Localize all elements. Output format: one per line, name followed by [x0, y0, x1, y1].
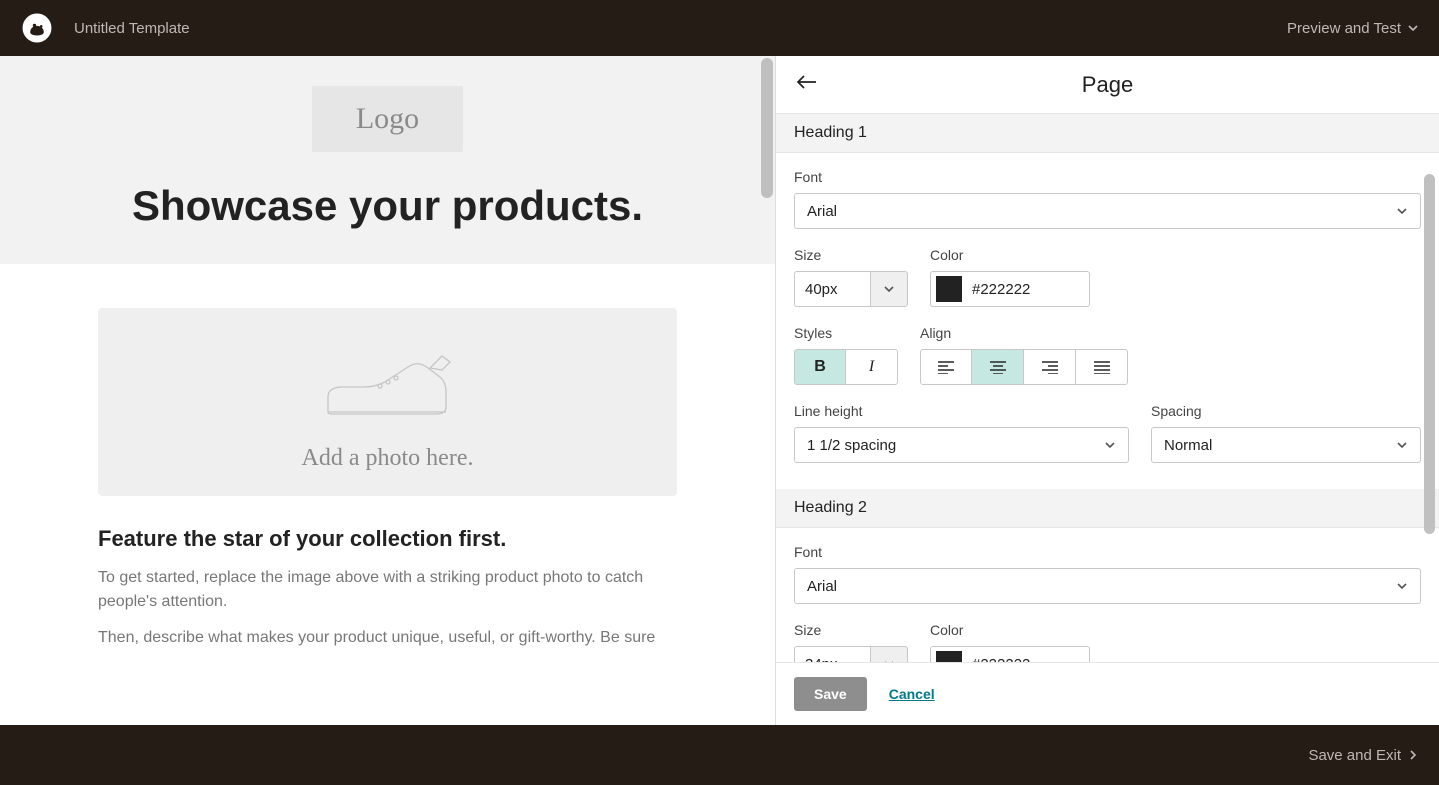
bold-toggle[interactable]: B — [794, 349, 846, 385]
heading1-spacing-select[interactable]: Normal — [1151, 427, 1421, 463]
chevron-right-icon — [1407, 749, 1419, 761]
template-title[interactable]: Untitled Template — [74, 20, 190, 37]
top-bar: Untitled Template Preview and Test — [0, 0, 1439, 56]
heading1-lineheight-value: 1 1/2 spacing — [807, 437, 896, 454]
email-canvas[interactable]: Logo Showcase your products. Add a photo… — [0, 56, 775, 725]
canvas-subheadline[interactable]: Feature the star of your collection firs… — [98, 526, 677, 552]
heading1-color-swatch — [936, 276, 962, 302]
photo-placeholder-text: Add a photo here. — [118, 445, 657, 472]
panel-scrollbar[interactable] — [1424, 174, 1435, 534]
align-label: Align — [920, 325, 1128, 341]
styles-label: Styles — [794, 325, 898, 341]
chevron-down-icon — [1396, 580, 1408, 592]
top-bar-left: Untitled Template — [20, 11, 190, 45]
align-center-icon — [988, 360, 1008, 374]
panel-footer: Save Cancel — [776, 662, 1439, 725]
heading1-size-input[interactable]: 40px — [794, 271, 908, 307]
save-button[interactable]: Save — [794, 677, 867, 711]
canvas-headline[interactable]: Showcase your products. — [0, 182, 775, 230]
cancel-link[interactable]: Cancel — [889, 686, 935, 702]
chevron-down-icon — [1396, 439, 1408, 451]
align-justify-toggle[interactable] — [1076, 349, 1128, 385]
canvas-body: Add a photo here. Feature the star of yo… — [0, 264, 775, 682]
panel-header: Page — [776, 56, 1439, 114]
settings-panel: Page Heading 1 Font Arial Size 40px — [775, 56, 1439, 725]
canvas-paragraph-2[interactable]: Then, describe what makes your product u… — [98, 626, 677, 650]
chevron-down-icon — [1396, 205, 1408, 217]
align-center-toggle[interactable] — [972, 349, 1024, 385]
align-right-icon — [1040, 360, 1060, 374]
canvas-scrollbar[interactable] — [761, 58, 773, 198]
logo-placeholder[interactable]: Logo — [312, 86, 463, 152]
arrow-left-icon — [796, 74, 818, 90]
section-heading-2-body: Font Arial Size 34px — [776, 528, 1439, 662]
preview-and-test-button[interactable]: Preview and Test — [1287, 20, 1419, 37]
font-label: Font — [794, 169, 1421, 185]
panel-scroll-area: Heading 1 Font Arial Size 40px — [776, 114, 1439, 662]
heading2-font-select[interactable]: Arial — [794, 568, 1421, 604]
panel-title: Page — [1082, 72, 1133, 98]
heading2-size-stepper[interactable] — [870, 646, 908, 662]
align-left-toggle[interactable] — [920, 349, 972, 385]
font-label-2: Font — [794, 544, 1421, 560]
chevron-down-icon — [883, 283, 895, 295]
save-and-exit-button[interactable]: Save and Exit — [1308, 747, 1419, 764]
photo-placeholder[interactable]: Add a photo here. — [98, 308, 677, 496]
section-heading-1-body: Font Arial Size 40px — [776, 153, 1439, 489]
heading2-font-value: Arial — [807, 578, 837, 595]
heading1-lineheight-select[interactable]: 1 1/2 spacing — [794, 427, 1129, 463]
color-label: Color — [930, 247, 1090, 263]
chevron-down-icon — [1407, 22, 1419, 34]
align-right-toggle[interactable] — [1024, 349, 1076, 385]
heading2-color-picker[interactable]: #222222 — [930, 646, 1090, 662]
section-heading-1-header: Heading 1 — [776, 114, 1439, 153]
chevron-down-icon — [1104, 439, 1116, 451]
heading2-size-value: 34px — [794, 646, 870, 662]
canvas-header: Logo Showcase your products. — [0, 56, 775, 264]
heading1-spacing-value: Normal — [1164, 437, 1212, 454]
save-and-exit-label: Save and Exit — [1308, 747, 1401, 764]
heading1-color-hex: #222222 — [972, 281, 1030, 298]
heading2-size-input[interactable]: 34px — [794, 646, 908, 662]
lineheight-label: Line height — [794, 403, 1129, 419]
size-label-2: Size — [794, 622, 908, 638]
spacing-label: Spacing — [1151, 403, 1421, 419]
heading2-color-swatch — [936, 651, 962, 662]
bold-icon: B — [814, 358, 826, 376]
preview-and-test-label: Preview and Test — [1287, 20, 1401, 37]
italic-toggle[interactable]: I — [846, 349, 898, 385]
shoe-icon — [308, 342, 468, 432]
section-heading-2-header: Heading 2 — [776, 489, 1439, 528]
bottom-bar: Save and Exit — [0, 725, 1439, 785]
heading1-size-stepper[interactable] — [870, 271, 908, 307]
mailchimp-logo-icon[interactable] — [20, 11, 54, 45]
heading1-size-value: 40px — [794, 271, 870, 307]
heading1-font-value: Arial — [807, 203, 837, 220]
back-button[interactable] — [796, 74, 818, 95]
align-justify-icon — [1092, 360, 1112, 374]
heading1-style-toggle-group: B I — [794, 349, 898, 385]
heading1-font-select[interactable]: Arial — [794, 193, 1421, 229]
color-label-2: Color — [930, 622, 1090, 638]
align-left-icon — [936, 360, 956, 374]
heading1-align-toggle-group — [920, 349, 1128, 385]
heading1-color-picker[interactable]: #222222 — [930, 271, 1090, 307]
size-label: Size — [794, 247, 908, 263]
italic-icon: I — [869, 358, 874, 376]
canvas-paragraph-1[interactable]: To get started, replace the image above … — [98, 566, 677, 614]
